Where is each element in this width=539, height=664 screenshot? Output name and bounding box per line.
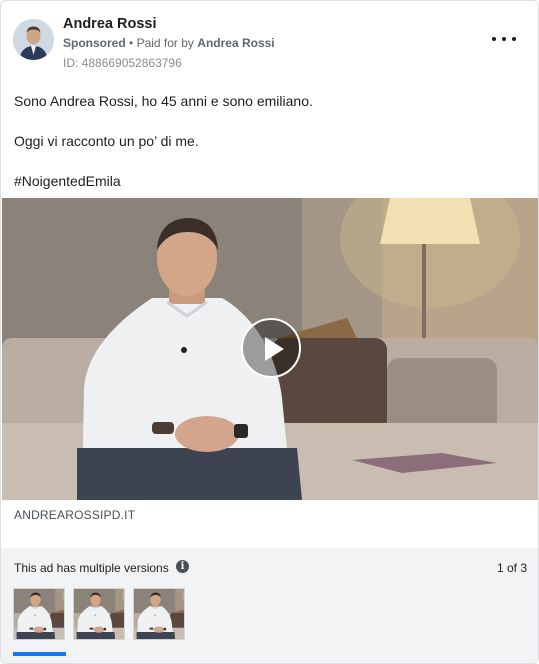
- dot: [492, 37, 496, 41]
- paid-for-prefix: Paid for by: [136, 36, 194, 50]
- separator-dot: •: [129, 36, 134, 50]
- version-pager: 1 of 3: [496, 561, 527, 575]
- thumbnail-image: [134, 589, 184, 639]
- ad-body-text: Sono Andrea Rossi, ho 45 anni e sono emi…: [14, 91, 525, 211]
- selected-version-indicator: [13, 652, 66, 656]
- version-thumbnail-3[interactable]: [133, 588, 185, 640]
- paid-for-name: Andrea Rossi: [197, 36, 275, 50]
- version-thumbnails: [13, 588, 185, 640]
- body-hashtag[interactable]: #NoigentedEmila: [14, 171, 525, 191]
- versions-panel: This ad has multiple versions i 1 of 3: [1, 548, 538, 663]
- link-domain[interactable]: ANDREAROSSIPD.IT: [14, 508, 135, 522]
- ad-header: Andrea Rossi Sponsored • Paid for by And…: [13, 15, 526, 71]
- dot: [512, 37, 516, 41]
- body-line-1: Sono Andrea Rossi, ho 45 anni e sono emi…: [14, 93, 313, 109]
- advertiser-meta: Andrea Rossi Sponsored • Paid for by And…: [63, 15, 275, 71]
- video-player[interactable]: [2, 198, 538, 500]
- ad-id: ID: 488669052863796: [63, 56, 182, 70]
- dot: [502, 37, 506, 41]
- more-options-icon[interactable]: [492, 31, 516, 47]
- advertiser-avatar[interactable]: [13, 19, 54, 60]
- versions-label: This ad has multiple versions: [14, 561, 169, 575]
- ad-card: Andrea Rossi Sponsored • Paid for by And…: [0, 0, 539, 664]
- sponsored-line: Sponsored • Paid for by Andrea Rossi: [63, 35, 275, 51]
- thumbnail-image: [14, 589, 64, 639]
- version-thumbnail-1[interactable]: [13, 588, 65, 640]
- sponsored-label: Sponsored: [63, 36, 126, 50]
- play-icon: [265, 337, 284, 361]
- advertiser-name[interactable]: Andrea Rossi: [63, 15, 275, 33]
- play-button[interactable]: [241, 318, 301, 378]
- body-line-2: Oggi vi racconto un po’ di me.: [14, 133, 199, 149]
- link-row[interactable]: ANDREAROSSIPD.IT: [1, 500, 538, 547]
- thumbnail-image: [74, 589, 124, 639]
- info-icon[interactable]: i: [176, 560, 189, 573]
- version-thumbnail-2[interactable]: [73, 588, 125, 640]
